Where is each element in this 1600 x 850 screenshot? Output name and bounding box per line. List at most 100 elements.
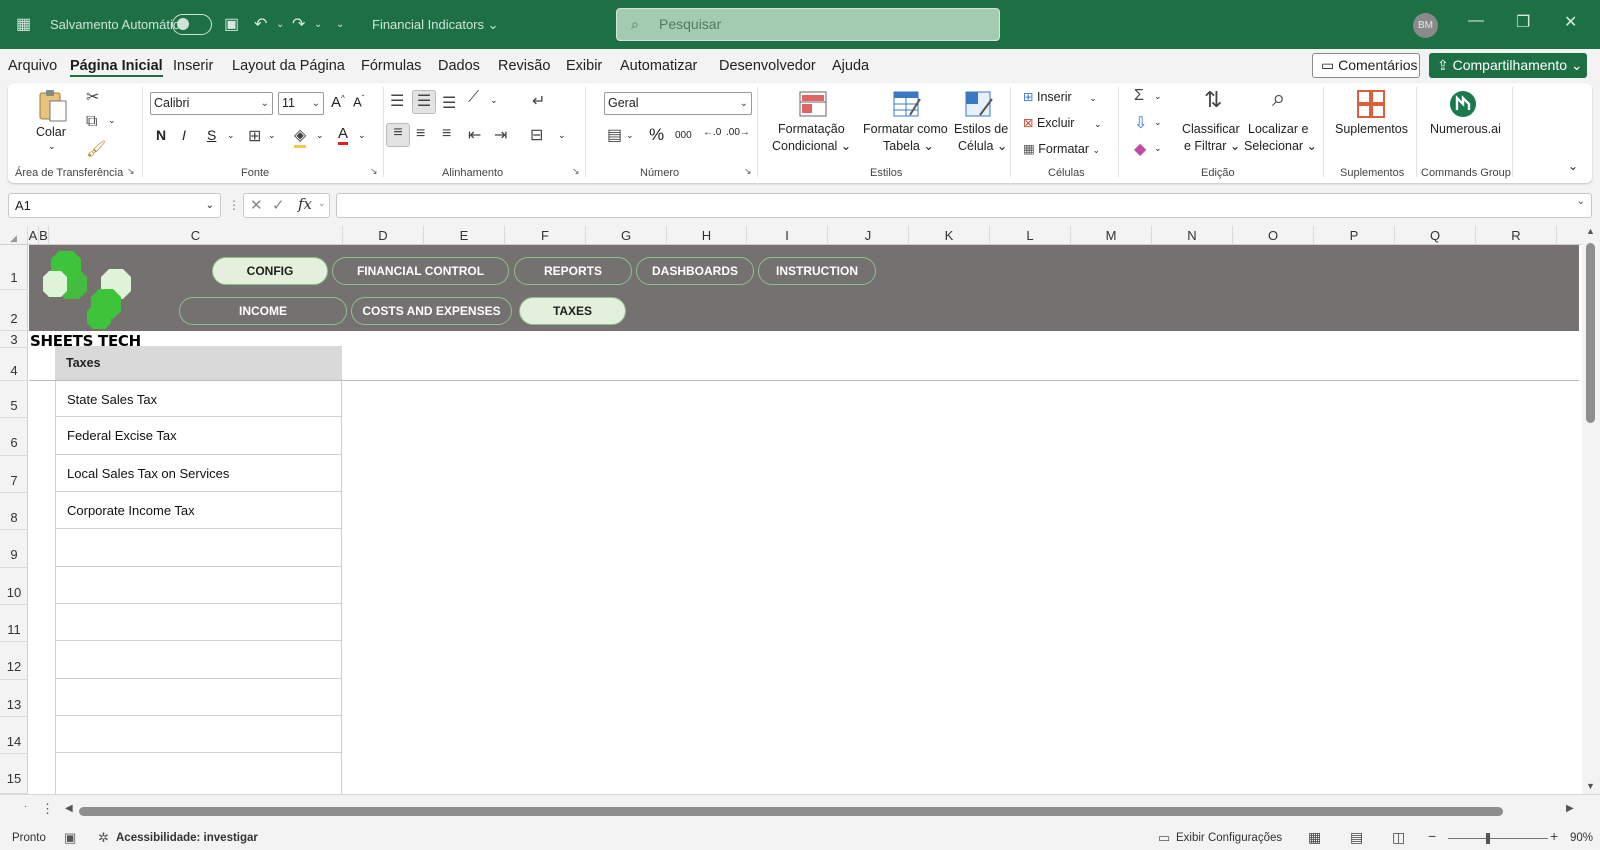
table-row[interactable]: Local Sales Tax on Services [55,455,342,492]
clear-dropdown-icon[interactable]: ⌄ [1154,143,1162,154]
copy-icon[interactable]: ⧉ [86,113,97,131]
undo-dropdown-icon[interactable]: ⌄ [276,0,284,49]
cell-styles-label-2[interactable]: Célula ⌄ [958,138,1007,153]
autosum-icon[interactable]: Σ [1134,87,1144,105]
nav-financial-control-button[interactable]: FINANCIAL CONTROL [332,257,509,285]
column-header[interactable]: C [49,226,343,245]
alignment-launcher-icon[interactable]: ↘ [572,166,580,177]
column-header[interactable]: L [990,226,1071,245]
name-box[interactable]: A1 ⌄ [8,193,221,218]
font-size-select[interactable]: 11 ⌄ [278,92,324,115]
zoom-out-icon[interactable]: − [1428,828,1436,844]
tab-revisao[interactable]: Revisão [498,58,550,74]
align-bottom-icon[interactable]: ☰ [442,93,456,113]
nav-costs-expenses-button[interactable]: COSTS AND EXPENSES [351,297,512,325]
accessibility-icon[interactable]: ✲ [98,830,109,846]
font-color-icon[interactable]: A [338,125,349,145]
row-header[interactable]: 7 [0,456,28,493]
paste-dropdown-icon[interactable]: ⌄ [48,141,56,152]
scroll-down-icon[interactable]: ▼ [1586,781,1595,791]
column-header[interactable]: E [424,226,505,245]
align-center-icon[interactable]: ≡ [416,125,425,143]
underline-icon[interactable]: S [207,127,216,143]
increase-font-icon[interactable]: A^ [331,94,345,111]
zoom-slider-thumb[interactable] [1486,833,1490,844]
addins-icon[interactable] [1356,89,1386,119]
insert-cells-button[interactable]: ⊞ Inserir ⌄ [1023,89,1097,104]
orientation-dropdown-icon[interactable]: ⌄ [490,95,498,106]
currency-icon[interactable]: ▤ [607,125,622,145]
column-header[interactable]: J [828,226,909,245]
display-settings-label[interactable]: Exibir Configurações [1176,832,1282,844]
column-header[interactable]: D [343,226,424,245]
autosave-toggle[interactable] [172,14,212,35]
underline-dropdown-icon[interactable]: ⌄ [227,130,235,141]
merge-dropdown-icon[interactable]: ⌄ [558,130,566,141]
table-row[interactable]: State Sales Tax [55,381,342,417]
tab-arquivo[interactable]: Arquivo [8,58,57,74]
column-header[interactable]: R [1476,226,1557,245]
tab-ajuda[interactable]: Ajuda [832,58,869,74]
table-row[interactable] [55,529,342,567]
column-header[interactable]: O [1233,226,1314,245]
borders-dropdown-icon[interactable]: ⌄ [268,130,276,141]
document-title[interactable]: Financial Indicators ⌄ [372,17,499,33]
format-painter-icon[interactable]: 🖌 [86,139,106,159]
column-header[interactable]: K [909,226,990,245]
avatar[interactable]: BM [1413,13,1438,38]
column-header[interactable]: F [505,226,586,245]
sort-filter-icon[interactable]: ⇅ [1204,87,1222,113]
column-header[interactable]: B [39,226,49,245]
cut-icon[interactable]: ✂ [86,87,99,107]
nav-instruction-button[interactable]: INSTRUCTION [758,257,876,285]
copy-dropdown-icon[interactable]: ⌄ [108,115,116,126]
orientation-icon[interactable]: ⟋ [468,89,479,107]
enter-icon[interactable]: ✓ [272,196,285,214]
vertical-scrollbar[interactable]: ▲ ▼ [1582,226,1600,794]
page-layout-view-icon[interactable]: ▤ [1350,829,1363,846]
column-header[interactable]: I [747,226,828,245]
row-header[interactable]: 1 [0,245,28,290]
tab-dados[interactable]: Dados [438,58,480,74]
table-row[interactable] [55,753,342,794]
row-header[interactable]: 4 [0,348,28,381]
align-middle-icon[interactable]: ☰ [412,90,436,114]
nav-reports-button[interactable]: REPORTS [514,257,632,285]
format-as-table-label-2[interactable]: Tabela ⌄ [883,138,934,153]
increase-indent-icon[interactable]: ⇥ [494,125,507,145]
row-header[interactable]: 5 [0,381,28,418]
row-header[interactable]: 10 [0,568,28,605]
column-header[interactable]: N [1152,226,1233,245]
restore-icon[interactable]: ❐ [1516,12,1530,32]
row-header[interactable]: 3 [0,331,28,348]
zoom-in-icon[interactable]: + [1550,828,1558,844]
share-button[interactable]: ⇪ Compartilhamento ⌄ [1429,53,1587,78]
comments-button[interactable]: ▭ Comentários [1312,53,1420,78]
addins-label[interactable]: Suplementos [1335,122,1408,136]
delete-cells-button[interactable]: ⊠ Excluir ⌄ [1023,115,1102,130]
taxes-table-header[interactable]: Taxes [55,346,342,380]
search-input[interactable]: ⌕ Pesquisar [616,8,1000,41]
row-header[interactable]: 14 [0,717,28,754]
minimize-icon[interactable]: — [1468,12,1484,30]
fill-color-icon[interactable]: ◈ [294,125,307,148]
clear-icon[interactable]: ◆ [1134,139,1146,159]
sheet-grid[interactable]: ◢ A B C D E F G H I J K L M N O P Q R 1 … [0,226,1600,794]
find-select-label-1[interactable]: Localizar e [1248,122,1308,136]
autosum-dropdown-icon[interactable]: ⌄ [1154,91,1162,102]
nav-config-button[interactable]: CONFIG [212,257,328,285]
column-header[interactable]: Q [1395,226,1476,245]
tab-automatizar[interactable]: Automatizar [620,58,697,74]
paste-icon[interactable] [36,89,70,123]
numerous-ai-label[interactable]: Numerous.ai [1430,122,1501,136]
tab-exibir[interactable]: Exibir [566,58,602,74]
format-cells-button[interactable]: ▦ Formatar ⌄ [1023,141,1100,156]
numerous-ai-icon[interactable] [1449,90,1477,118]
collapse-ribbon-icon[interactable]: ⌄ [1568,159,1578,173]
wrap-text-icon[interactable]: ↵ [532,91,545,111]
expand-formula-icon[interactable]: ⌄ [1577,196,1585,207]
conditional-formatting-label-2[interactable]: Condicional ⌄ [772,138,851,153]
align-left-icon[interactable]: ≡ [386,123,410,147]
find-select-icon[interactable]: ⌕ [1272,85,1285,113]
scroll-right-icon[interactable]: ▶ [1566,803,1574,814]
